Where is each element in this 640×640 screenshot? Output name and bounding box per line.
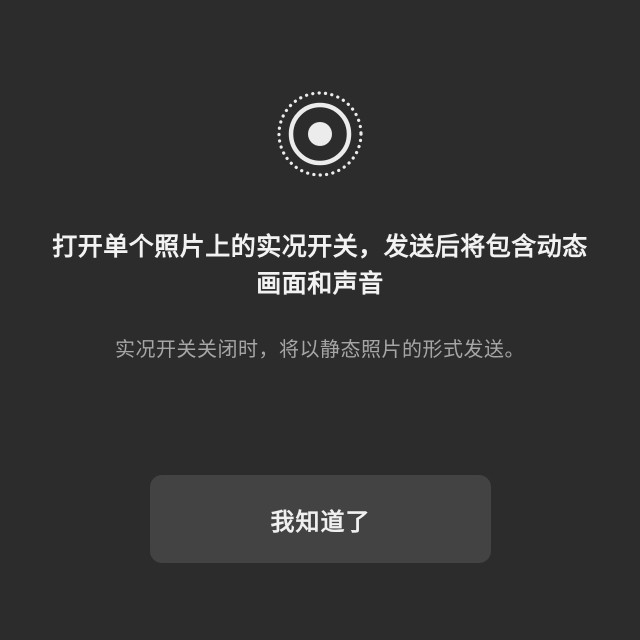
got-it-button[interactable]: 我知道了 (150, 475, 491, 563)
dialog-subtext: 实况开关关闭时，将以静态照片的形式发送。 (115, 337, 525, 361)
headline-line-1: 打开单个照片上的实况开关，发送后将包含动态 (52, 232, 588, 261)
dialog-headline: 打开单个照片上的实况开关，发送后将包含动态 画面和声音 (0, 228, 640, 302)
live-photo-info-dialog: 打开单个照片上的实况开关，发送后将包含动态 画面和声音 实况开关关闭时，将以静态… (0, 0, 640, 640)
headline-line-2: 画面和声音 (256, 269, 384, 298)
live-photo-icon (275, 89, 365, 179)
